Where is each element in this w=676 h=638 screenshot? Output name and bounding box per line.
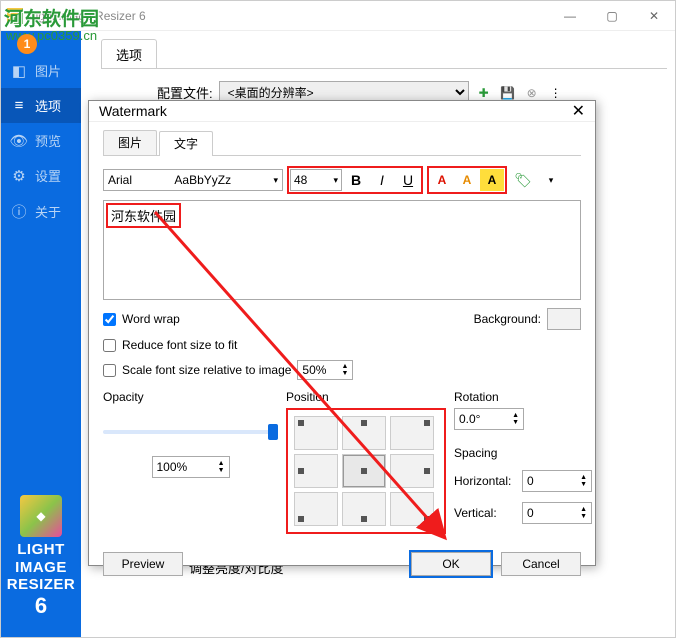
position-middle-left[interactable]: [294, 454, 338, 488]
site-watermark-text: 河东软件园: [4, 4, 99, 31]
position-top-right[interactable]: [390, 416, 434, 450]
position-grid: [286, 408, 446, 534]
font-size-select[interactable]: 48▾: [290, 169, 342, 191]
sidebar-item-preview[interactable]: 👁预览: [1, 123, 81, 158]
word-wrap-checkbox[interactable]: [103, 313, 116, 326]
opacity-slider-thumb[interactable]: [268, 424, 278, 440]
image-icon: ◧: [11, 62, 27, 80]
tag-button[interactable]: 🏷: [511, 169, 535, 191]
dialog-close-icon[interactable]: ✕: [572, 101, 585, 121]
sidebar-item-options[interactable]: ≡选项: [1, 88, 81, 123]
step-badge: 1: [17, 34, 37, 54]
position-label: Position: [286, 390, 446, 404]
tab-watermark-image[interactable]: 图片: [103, 130, 157, 155]
profile-add-icon[interactable]: ✚: [475, 84, 493, 102]
sidebar-item-about[interactable]: ⓘ关于: [1, 193, 81, 230]
dialog-title: Watermark: [99, 103, 167, 119]
reduce-font-checkbox[interactable]: [103, 339, 116, 352]
font-family-select[interactable]: Arial AaBbYyZz ▾: [103, 169, 283, 191]
rotation-label: Rotation: [454, 390, 592, 404]
background-color-swatch[interactable]: [547, 308, 581, 330]
position-bottom-right[interactable]: [390, 492, 434, 526]
opacity-value-spinner[interactable]: 100%▲▼: [152, 456, 230, 478]
font-color-orange[interactable]: A: [455, 169, 479, 191]
profile-more-icon[interactable]: ⋮: [547, 84, 565, 102]
sliders-icon: ≡: [11, 97, 27, 114]
sidebar: ◧图片 ≡选项 👁预览 ⚙设置 ⓘ关于 ◆ LIGHT IMAGE RESIZE…: [1, 31, 81, 637]
scale-font-checkbox[interactable]: [103, 364, 116, 377]
profile-delete-icon[interactable]: ⊗: [523, 84, 541, 102]
sidebar-item-settings[interactable]: ⚙设置: [1, 158, 81, 193]
watermark-text-input[interactable]: 河东软件园: [103, 200, 581, 300]
font-color-yellow[interactable]: A: [480, 169, 504, 191]
brand-logo: ◆: [20, 495, 62, 537]
position-top-center[interactable]: [342, 416, 386, 450]
window-minimize[interactable]: —: [549, 2, 591, 30]
sidebar-item-images[interactable]: ◧图片: [1, 53, 81, 88]
italic-button[interactable]: I: [370, 169, 394, 191]
position-middle-center[interactable]: [342, 454, 386, 488]
info-icon: ⓘ: [11, 201, 27, 222]
sidebar-brand: ◆ LIGHT IMAGE RESIZER 6: [1, 495, 81, 637]
position-bottom-center[interactable]: [342, 492, 386, 526]
cancel-button[interactable]: Cancel: [501, 552, 581, 576]
bold-button[interactable]: B: [344, 169, 368, 191]
position-middle-right[interactable]: [390, 454, 434, 488]
position-top-left[interactable]: [294, 416, 338, 450]
spacing-label: Spacing: [454, 446, 592, 460]
window-maximize[interactable]: ▢: [591, 2, 633, 30]
watermark-dialog: Watermark ✕ 图片 文字 Arial AaBbYyZz ▾ 48▾ B…: [88, 100, 596, 566]
underline-button[interactable]: U: [396, 169, 420, 191]
app-title: Light Image Resizer 6: [29, 9, 549, 23]
gear-icon: ⚙: [11, 167, 27, 185]
font-color-red[interactable]: A: [430, 169, 454, 191]
opacity-label: Opacity: [103, 390, 278, 404]
tag-dropdown[interactable]: ▾: [539, 169, 563, 191]
ok-button[interactable]: OK: [411, 552, 491, 576]
profile-save-icon[interactable]: 💾: [499, 84, 517, 102]
tab-options[interactable]: 选项: [101, 39, 157, 68]
scale-percent-spinner[interactable]: 50%▲▼: [297, 360, 353, 380]
position-bottom-left[interactable]: [294, 492, 338, 526]
chevron-down-icon: ▾: [273, 175, 278, 186]
tab-watermark-text[interactable]: 文字: [159, 131, 213, 156]
preview-button[interactable]: Preview: [103, 552, 183, 576]
opacity-slider[interactable]: [103, 430, 278, 434]
rotation-spinner[interactable]: 0.0°▲▼: [454, 408, 524, 430]
spacing-horizontal-spinner[interactable]: 0▲▼: [522, 470, 592, 492]
titlebar: Light Image Resizer 6 — ▢ ✕: [1, 1, 675, 31]
window-close[interactable]: ✕: [633, 2, 675, 30]
spacing-vertical-spinner[interactable]: 0▲▼: [522, 502, 592, 524]
eye-icon: 👁: [11, 132, 27, 150]
